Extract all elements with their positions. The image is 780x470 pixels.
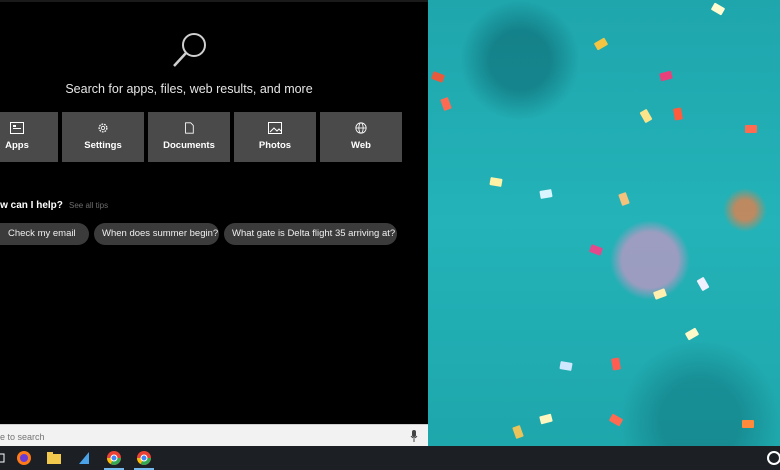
store-icon[interactable]	[76, 450, 92, 466]
confetti	[745, 125, 757, 133]
category-label: Apps	[5, 140, 29, 151]
confetti	[684, 327, 700, 341]
help-title: ow can I help?	[0, 200, 63, 211]
confetti	[440, 96, 452, 112]
globe-icon	[355, 122, 367, 134]
confetti	[611, 357, 621, 371]
apps-icon	[10, 122, 24, 134]
chrome-icon[interactable]	[136, 450, 152, 466]
file-explorer-icon[interactable]	[46, 450, 62, 466]
category-label: Web	[351, 140, 371, 151]
confetti	[659, 70, 673, 82]
category-documents[interactable]: Documents	[148, 112, 230, 162]
search-hint: Search for apps, files, web results, and…	[65, 82, 313, 96]
taskbar	[0, 446, 780, 470]
task-view-icon[interactable]	[0, 450, 12, 466]
confetti	[559, 361, 573, 371]
confetti	[710, 2, 726, 16]
category-label: Photos	[258, 140, 292, 151]
confetti	[588, 244, 604, 256]
confetti	[618, 191, 630, 207]
suggestion-chip[interactable]: Check my email	[0, 223, 89, 245]
category-apps[interactable]: Apps	[0, 112, 58, 162]
see-all-tips-link[interactable]: See all tips	[69, 201, 108, 210]
document-icon	[185, 122, 194, 134]
confetti	[608, 413, 624, 427]
confetti	[652, 288, 668, 300]
category-label: Documents	[163, 140, 215, 151]
confetti	[742, 420, 754, 428]
confetti	[696, 276, 710, 292]
search-icon	[173, 33, 206, 67]
gear-icon	[98, 123, 108, 133]
photo-icon	[268, 122, 282, 134]
confetti	[539, 189, 553, 199]
category-photos[interactable]: Photos	[234, 112, 316, 162]
confetti	[512, 424, 524, 440]
search-panel: Search for apps, files, web results, and…	[0, 0, 428, 449]
confetti	[673, 107, 683, 121]
firefox-icon[interactable]	[16, 450, 32, 466]
category-label: Settings	[84, 140, 122, 151]
confetti	[639, 108, 653, 124]
confetti	[539, 413, 553, 425]
confetti	[593, 37, 609, 51]
suggestion-chip[interactable]: When does summer begin?	[94, 223, 219, 245]
cortana-icon[interactable]	[766, 450, 780, 466]
category-settings[interactable]: Settings	[62, 112, 144, 162]
confetti	[489, 177, 503, 187]
confetti	[430, 71, 446, 83]
category-web[interactable]: Web	[320, 112, 402, 162]
suggestion-chip[interactable]: What gate is Delta flight 35 arriving at…	[224, 223, 397, 245]
search-input[interactable]	[0, 428, 374, 446]
microphone-icon[interactable]	[410, 430, 418, 442]
chrome-icon[interactable]	[106, 450, 122, 466]
